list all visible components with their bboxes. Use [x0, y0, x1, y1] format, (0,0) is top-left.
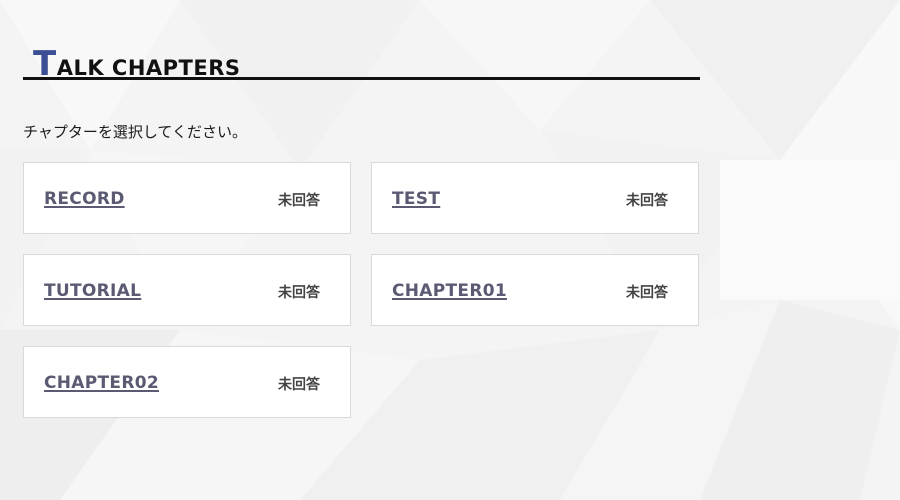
chapter-status-chapter01: 未回答	[626, 285, 668, 301]
page-title-initial: T	[33, 44, 57, 84]
page-heading: TALK CHAPTERS	[23, 40, 700, 81]
chapter-card-tutorial[interactable]: TUTORIAL 未回答	[23, 254, 351, 326]
chapter-status-test: 未回答	[626, 193, 668, 209]
chapter-link-record[interactable]: RECORD	[44, 189, 125, 209]
chapter-link-chapter02[interactable]: CHAPTER02	[44, 373, 159, 393]
chapter-status-chapter02: 未回答	[278, 377, 320, 393]
chapter-link-tutorial[interactable]: TUTORIAL	[44, 281, 141, 301]
page-content: TALK CHAPTERS チャプターを選択してください。 RECORD 未回答…	[0, 0, 900, 500]
chapter-link-chapter01[interactable]: CHAPTER01	[392, 281, 507, 301]
page-title-rest: ALK CHAPTERS	[56, 56, 241, 80]
chapter-status-record: 未回答	[278, 193, 320, 209]
chapter-status-tutorial: 未回答	[278, 285, 320, 301]
instruction-text: チャプターを選択してください。	[23, 123, 247, 141]
chapter-card-chapter01[interactable]: CHAPTER01 未回答	[371, 254, 699, 326]
chapter-link-test[interactable]: TEST	[392, 189, 440, 209]
chapter-card-test[interactable]: TEST 未回答	[371, 162, 699, 234]
page-title: TALK CHAPTERS	[33, 47, 241, 81]
chapter-card-record[interactable]: RECORD 未回答	[23, 162, 351, 234]
chapter-card-chapter02[interactable]: CHAPTER02 未回答	[23, 346, 351, 418]
